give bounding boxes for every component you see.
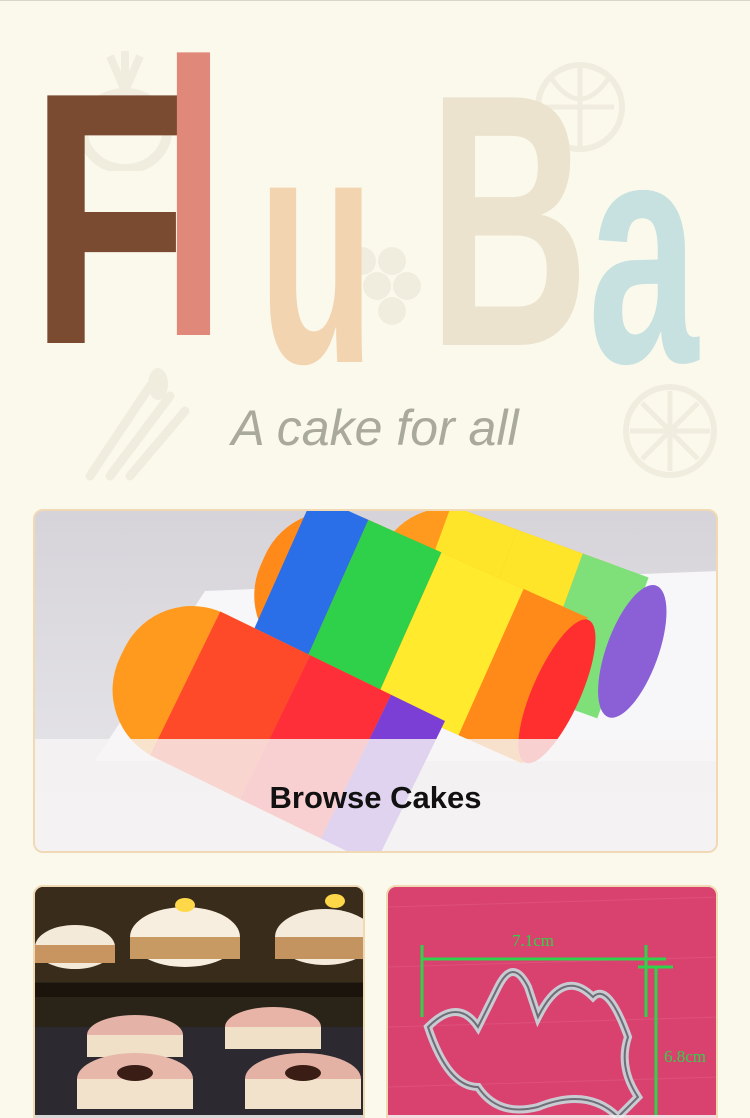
tagline: A cake for all (231, 400, 519, 456)
cookie-cutter-image (388, 887, 716, 1118)
logo-letter-a: a (588, 72, 699, 430)
cutter-height-label: 6.8cm (664, 1047, 707, 1066)
cookie-cutter-card[interactable]: 7.1cm 6.8cm (386, 885, 718, 1118)
logo-letter-b: B (428, 20, 590, 422)
logo-letter-u: u (258, 63, 375, 432)
home-screen: F l u B a A cake for all Browse Cakes 7.… (0, 0, 750, 1118)
cutter-width-label: 7.1cm (512, 931, 555, 950)
fluba-logo: F l u B a (0, 1, 750, 413)
cupcake-display-image (35, 887, 363, 1118)
browse-cakes-card[interactable]: Browse Cakes (33, 509, 718, 853)
logo-letter-l: l (160, 0, 228, 418)
cupcakes-card[interactable] (33, 885, 365, 1118)
browse-cakes-label[interactable]: Browse Cakes (270, 780, 482, 816)
browse-cakes-banner: Browse Cakes (35, 739, 716, 851)
